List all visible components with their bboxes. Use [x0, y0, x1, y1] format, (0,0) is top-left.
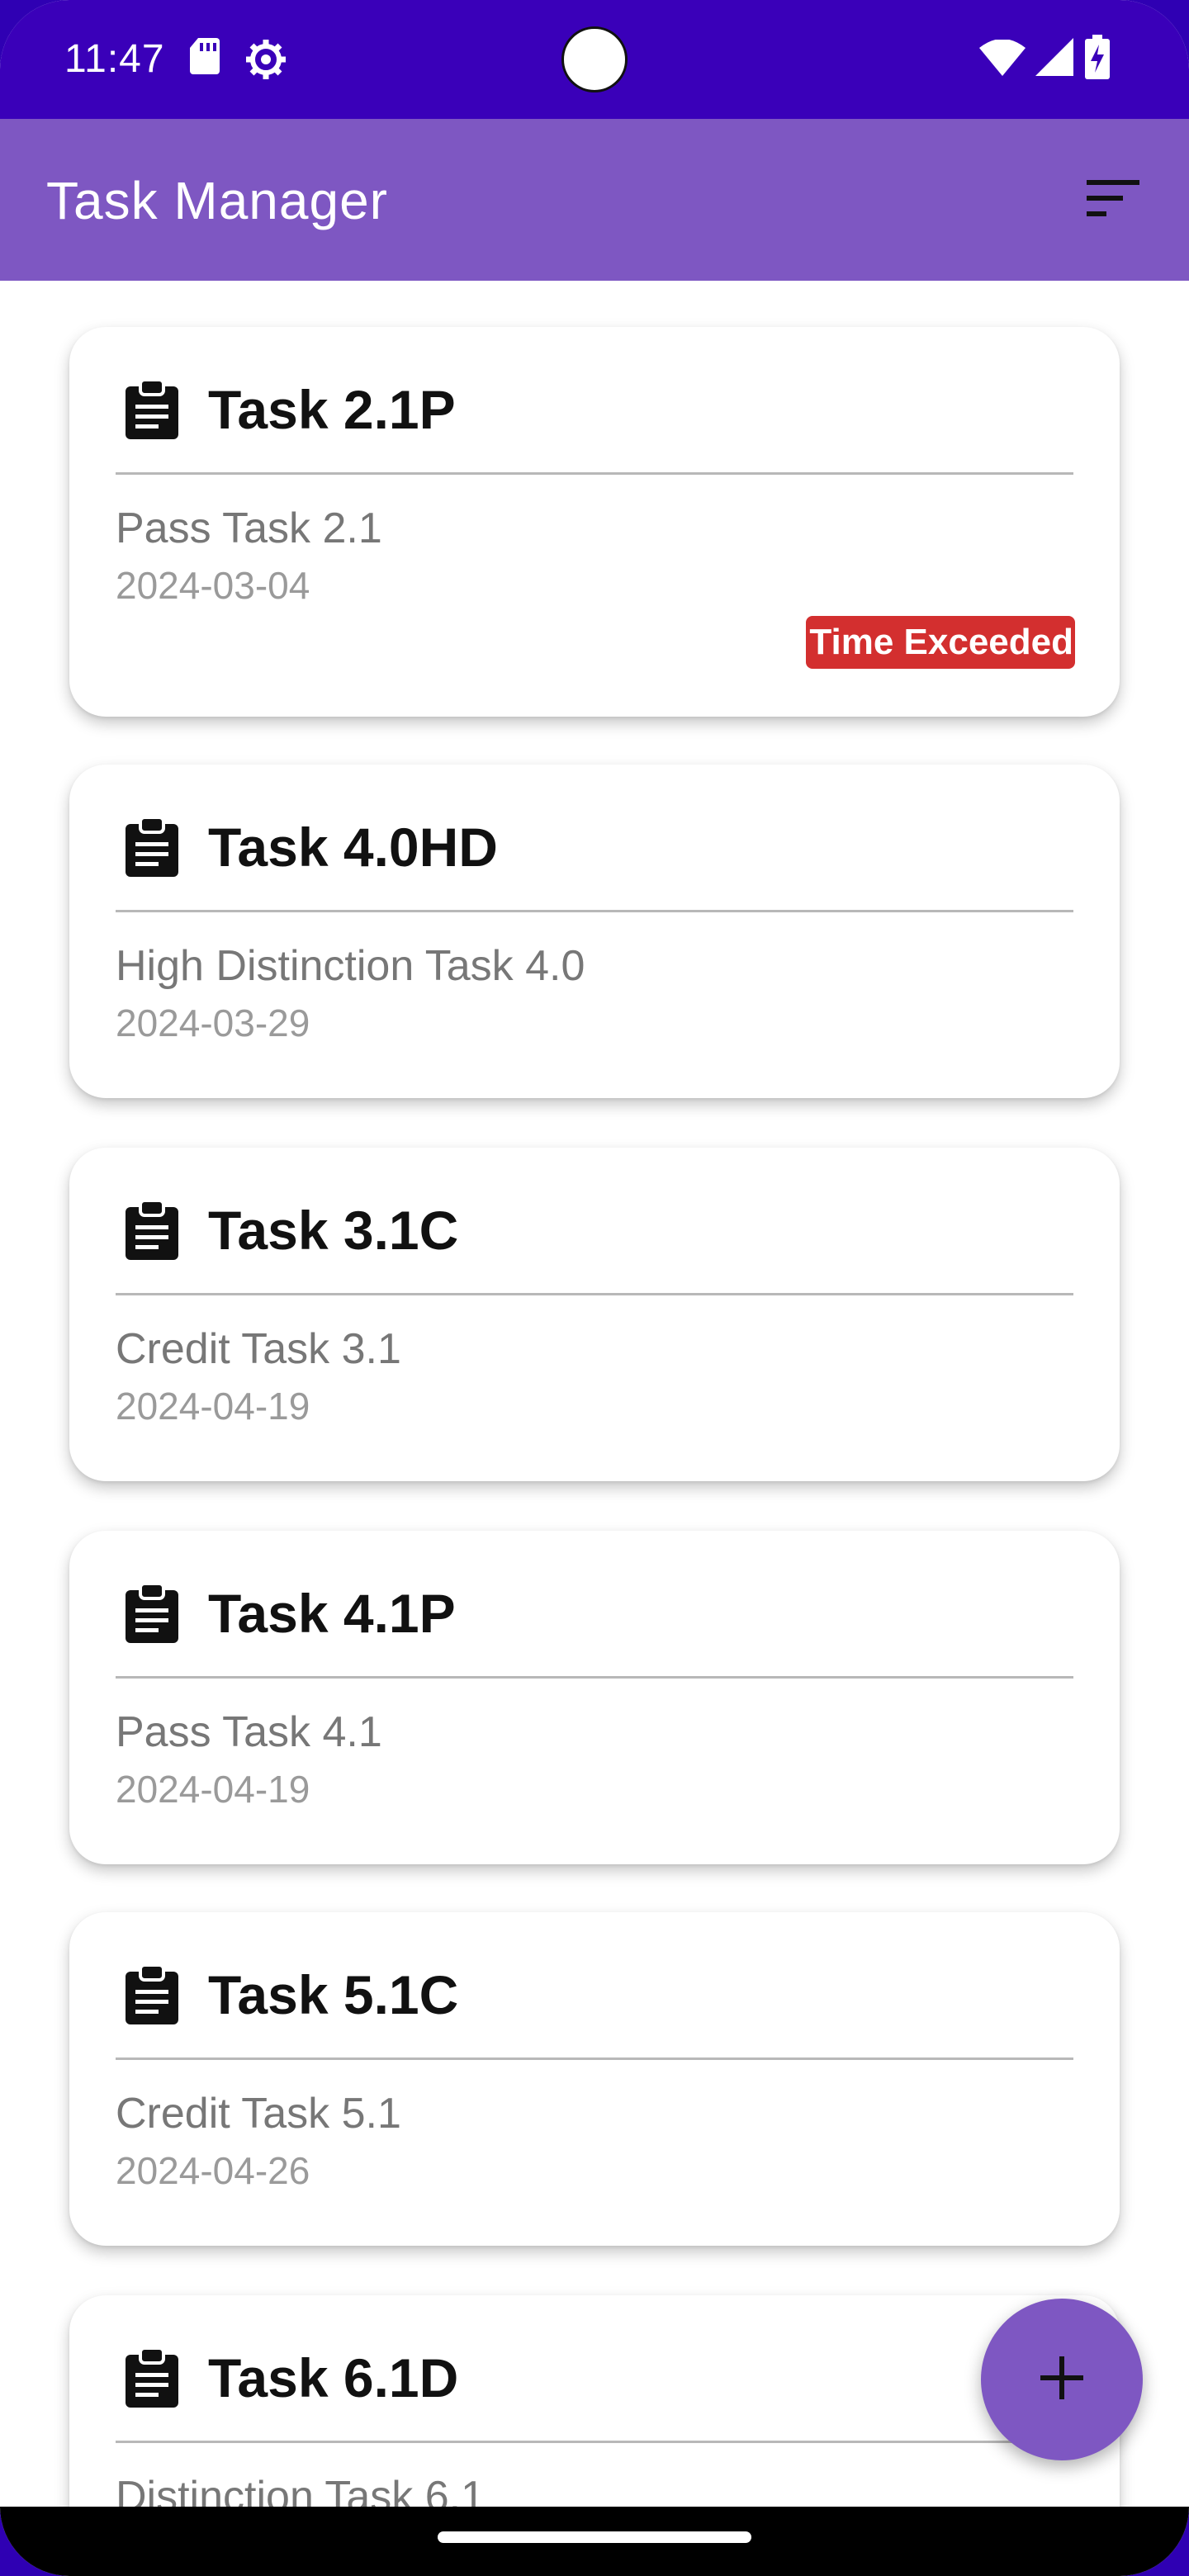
settings-gear-icon [244, 38, 287, 85]
task-card[interactable]: Task 4.1P Pass Task 4.1 2024-04-19 [69, 1531, 1120, 1864]
status-time: 11:47 [64, 37, 165, 81]
card-divider [116, 2057, 1073, 2060]
time-exceeded-badge: Time Exceeded [806, 616, 1075, 669]
task-card[interactable]: Task 6.1D Distinction Task 6.1 [69, 2295, 1120, 2510]
app-title: Task Manager [46, 171, 388, 230]
task-due-date: 2024-03-29 [116, 1002, 310, 1044]
clipboard-icon [121, 1199, 183, 1266]
task-title: Task 6.1D [208, 2347, 459, 2408]
task-title: Task 4.0HD [208, 817, 498, 878]
card-divider [116, 472, 1073, 475]
clipboard-icon [121, 378, 183, 445]
task-description: Credit Task 3.1 [116, 1325, 401, 1373]
clipboard-icon [121, 1582, 183, 1649]
front-camera [561, 26, 628, 92]
status-bar: 11:47 [0, 0, 1189, 119]
task-title: Task 5.1C [208, 1964, 459, 2025]
task-card[interactable]: Task 4.0HD High Distinction Task 4.0 202… [69, 765, 1120, 1098]
phone-screen: 11:47 Task Manager Task 2.1P Pass Task 2… [0, 0, 1189, 2576]
task-title: Task 2.1P [208, 379, 456, 440]
sd-card-icon [188, 36, 221, 80]
clipboard-icon [121, 816, 183, 883]
task-due-date: 2024-04-19 [116, 1385, 310, 1428]
task-card[interactable]: Task 3.1C Credit Task 3.1 2024-04-19 [69, 1148, 1120, 1481]
card-divider [116, 2441, 1073, 2443]
clipboard-icon [121, 1963, 183, 2030]
task-card[interactable]: Task 5.1C Credit Task 5.1 2024-04-26 [69, 1912, 1120, 2246]
task-list[interactable]: Task 2.1P Pass Task 2.1 2024-03-04 Time … [0, 281, 1189, 2510]
plus-icon [1039, 2355, 1085, 2405]
task-description: Pass Task 2.1 [116, 504, 382, 552]
add-task-button[interactable] [981, 2299, 1143, 2460]
task-description: Distinction Task 6.1 [116, 2473, 486, 2510]
task-due-date: 2024-04-26 [116, 2149, 310, 2192]
card-divider [116, 1676, 1073, 1679]
app-bar: Task Manager [0, 119, 1189, 281]
task-description: Credit Task 5.1 [116, 2090, 401, 2138]
cellular-signal-icon [1035, 38, 1073, 80]
task-due-date: 2024-04-19 [116, 1768, 310, 1811]
task-title: Task 3.1C [208, 1200, 459, 1261]
home-gesture-handle[interactable] [438, 2531, 751, 2543]
card-divider [116, 1293, 1073, 1295]
task-description: Pass Task 4.1 [116, 1708, 382, 1756]
navigation-bar [0, 2507, 1189, 2576]
wifi-icon [979, 39, 1026, 80]
task-description: High Distinction Task 4.0 [116, 942, 585, 990]
sort-button[interactable] [1075, 162, 1151, 238]
task-title: Task 4.1P [208, 1583, 456, 1644]
task-due-date: 2024-03-04 [116, 564, 310, 607]
battery-charging-icon [1085, 35, 1110, 83]
task-card[interactable]: Task 2.1P Pass Task 2.1 2024-03-04 Time … [69, 327, 1120, 717]
sort-icon [1087, 179, 1139, 220]
clipboard-icon [121, 2346, 183, 2413]
card-divider [116, 910, 1073, 912]
